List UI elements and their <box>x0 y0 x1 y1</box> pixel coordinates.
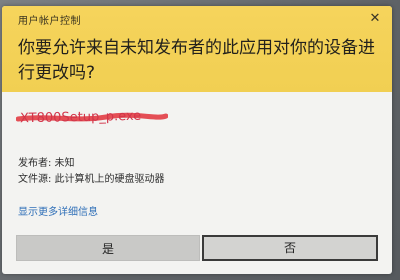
dialog-title: 用户帐户控制 <box>18 16 81 27</box>
file-origin-info: 文件源: 此计算机上的硬盘驱动器 <box>18 174 165 185</box>
permission-question: 你要允许来自未知发布者的此应用对你的设备进行更改吗? <box>18 38 375 83</box>
publisher-info: 发布者: 未知 <box>18 158 75 169</box>
program-name: XT800Setup_p.exe <box>19 108 142 127</box>
dialog-header: 用户帐户控制 ✕ 你要允许来自未知发布者的此应用对你的设备进行更改吗? <box>2 6 392 92</box>
show-more-details-link[interactable]: 显示更多详细信息 <box>18 203 98 218</box>
uac-dialog: 用户帐户控制 ✕ 你要允许来自未知发布者的此应用对你的设备进行更改吗? XT80… <box>2 6 392 274</box>
yes-button[interactable]: 是 <box>16 235 200 261</box>
no-button[interactable]: 否 <box>202 235 378 261</box>
close-icon[interactable]: ✕ <box>364 10 386 28</box>
